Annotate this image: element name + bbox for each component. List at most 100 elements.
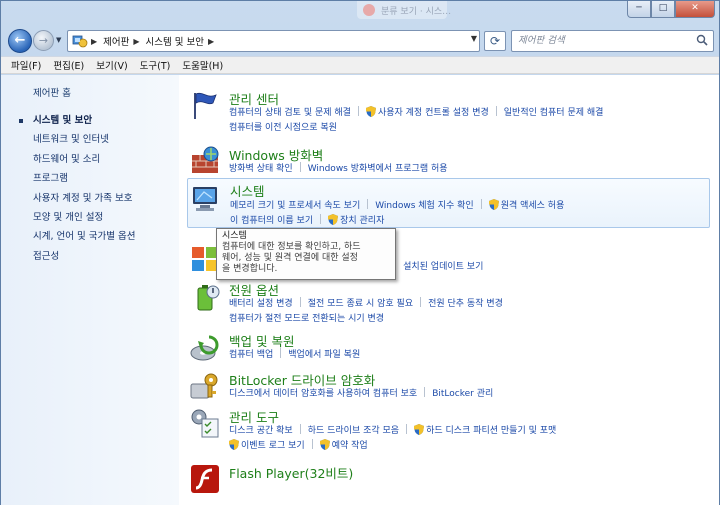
- task-link[interactable]: 컴퓨터가 절전 모드로 전환되는 시기 변경: [229, 311, 384, 324]
- task-link-row: 배터리 설정 변경 절전 모드 종료 시 암호 필요 전원 단추 동작 변경: [229, 296, 503, 309]
- task-link[interactable]: 백업에서 파일 복원: [288, 347, 360, 360]
- title-bar[interactable]: 분류 보기 · 시스… ─ □ ✕: [1, 1, 719, 25]
- link-separator: [320, 214, 322, 224]
- menu-view[interactable]: 보기(V): [96, 58, 127, 72]
- task-link[interactable]: 컴퓨터의 상태 검토 및 문제 해결: [229, 105, 351, 118]
- maximize-button[interactable]: □: [651, 1, 675, 18]
- sidebar-item-label: 프로그램: [33, 173, 68, 185]
- task-link[interactable]: 디스크에서 데이터 암호화를 사용하여 컴퓨터 보호: [229, 386, 417, 399]
- breadcrumb-end-chevron-icon[interactable]: ▶: [208, 37, 214, 46]
- control-panel-home-link[interactable]: 제어판 홈: [33, 85, 71, 99]
- task-link[interactable]: 디스크 공간 확보: [229, 423, 293, 436]
- link-separator: [495, 106, 497, 116]
- breadcrumb-system-security[interactable]: 시스템 및 보안: [146, 34, 204, 48]
- link-separator: [299, 297, 301, 307]
- tooltip-line: 웨어, 성능 및 원격 연결에 대한 설정: [222, 253, 358, 263]
- task-link[interactable]: 이벤트 로그 보기: [229, 438, 305, 451]
- task-link[interactable]: 전원 단추 동작 변경: [428, 296, 503, 309]
- battery-icon[interactable]: [189, 280, 221, 312]
- link-separator: [480, 199, 482, 209]
- menu-file[interactable]: 파일(F): [11, 58, 41, 72]
- menu-help[interactable]: 도움말(H): [182, 58, 223, 72]
- navigation-pane: 제어판 홈 시스템 및 보안네트워크 및 인터넷하드웨어 및 소리프로그램사용자…: [1, 75, 179, 505]
- sidebar-item[interactable]: 프로그램: [1, 169, 179, 188]
- task-link[interactable]: 컴퓨터 백업: [229, 347, 273, 360]
- control-panel-window: 분류 보기 · 시스… ─ □ ✕ ← → ▼ ▶ 제어판 ▶ 시스템 및 보안…: [0, 0, 720, 505]
- back-button[interactable]: ←: [8, 29, 32, 53]
- link-separator: [311, 439, 313, 449]
- search-icon[interactable]: [696, 34, 708, 46]
- tooltip-line: 을 변경합니다.: [222, 264, 278, 274]
- background-tab-icon: [363, 4, 375, 16]
- sidebar-item-label: 모양 및 개인 설정: [33, 211, 104, 223]
- forward-button[interactable]: →: [33, 30, 54, 51]
- menu-tools[interactable]: 도구(T): [140, 58, 171, 72]
- firewall-icon[interactable]: [189, 145, 221, 177]
- sidebar-item[interactable]: 사용자 계정 및 가족 보호: [1, 189, 179, 208]
- admin-tools-icon[interactable]: [189, 407, 221, 439]
- task-link-label: 원격 액세스 허용: [500, 201, 565, 211]
- current-item-bullet: [19, 119, 23, 123]
- sidebar-item[interactable]: 네트워크 및 인터넷: [1, 130, 179, 149]
- breadcrumb-control-panel[interactable]: 제어판: [103, 34, 129, 48]
- task-link-label: 사용자 계정 컨트롤 설정 변경: [377, 108, 489, 118]
- task-link[interactable]: 이 컴퓨터의 이름 보기: [230, 213, 313, 226]
- recent-pages-dropdown-icon[interactable]: ▼: [56, 36, 61, 44]
- task-link[interactable]: 일반적인 컴퓨터 문제 해결: [504, 105, 604, 118]
- task-link-row: 컴퓨터가 절전 모드로 전환되는 시기 변경: [229, 311, 384, 324]
- link-separator: [420, 297, 422, 307]
- breadcrumb-root-chevron-icon[interactable]: ▶: [91, 37, 97, 46]
- task-link[interactable]: BitLocker 관리: [432, 386, 493, 399]
- category-title[interactable]: Flash Player(32비트): [229, 463, 353, 482]
- tooltip-title: 시스템: [222, 231, 247, 241]
- link-separator: [299, 424, 301, 434]
- task-link[interactable]: 원격 액세스 허용: [488, 198, 565, 211]
- task-link[interactable]: 설치된 업데이트 보기: [403, 259, 483, 272]
- task-link-label: 컴퓨터의 상태 검토 및 문제 해결: [229, 108, 351, 118]
- address-dropdown-icon[interactable]: ▼: [471, 34, 477, 43]
- computer-icon[interactable]: [190, 182, 222, 214]
- sidebar-item-label: 네트워크 및 인터넷: [33, 134, 109, 146]
- task-link[interactable]: 사용자 계정 컨트롤 설정 변경: [365, 105, 489, 118]
- task-link-label: 메모리 크기 및 프로세서 속도 보기: [230, 201, 361, 211]
- task-link[interactable]: 컴퓨터를 이전 시점으로 복원: [229, 120, 337, 133]
- task-link-label: 컴퓨터 백업: [229, 350, 274, 360]
- refresh-button[interactable]: ⟳: [484, 31, 506, 51]
- task-link-label: 이벤트 로그 보기: [241, 441, 305, 451]
- backup-icon[interactable]: [189, 331, 221, 363]
- task-link[interactable]: 하드 드라이브 조각 모음: [308, 423, 399, 436]
- sidebar-item: 시스템 및 보안: [1, 111, 179, 130]
- task-link[interactable]: 배터리 설정 변경: [229, 296, 293, 309]
- address-bar[interactable]: ▶ 제어판 ▶ 시스템 및 보안 ▶ ▼: [67, 30, 480, 52]
- task-link[interactable]: 하드 디스크 파티션 만들기 및 포맷: [414, 423, 556, 436]
- task-link[interactable]: 메모리 크기 및 프로세서 속도 보기: [230, 198, 360, 211]
- task-link[interactable]: Windows 체험 지수 확인: [375, 198, 473, 211]
- search-input[interactable]: 제어판 검색: [511, 30, 714, 52]
- sidebar-item[interactable]: 접근성: [1, 247, 179, 266]
- sidebar-item[interactable]: 모양 및 개인 설정: [1, 208, 179, 227]
- menu-edit[interactable]: 편집(E): [53, 58, 84, 72]
- task-link-row: 메모리 크기 및 프로세서 속도 보기 Windows 체험 지수 확인 원격 액세…: [230, 198, 564, 211]
- flash-player-icon[interactable]: [189, 463, 221, 495]
- close-button[interactable]: ✕: [675, 1, 715, 18]
- uac-shield-icon: [328, 214, 339, 225]
- task-link-label: 디스크에서 데이터 암호화를 사용하여 컴퓨터 보호: [229, 389, 418, 399]
- sidebar-item-label: 하드웨어 및 소리: [33, 153, 101, 165]
- task-link[interactable]: 장치 관리자: [328, 213, 384, 226]
- uac-shield-icon: [229, 439, 239, 450]
- sidebar-item[interactable]: 하드웨어 및 소리: [1, 150, 179, 169]
- task-link[interactable]: 예약 작업: [319, 438, 368, 451]
- sidebar-item-label: 사용자 계정 및 가족 보호: [33, 192, 133, 204]
- breadcrumb-chevron-icon[interactable]: ▶: [133, 37, 139, 46]
- sidebar-item[interactable]: 시계, 언어 및 국가별 옵션: [1, 227, 179, 246]
- flag-icon[interactable]: [189, 89, 221, 121]
- task-link[interactable]: 절전 모드 종료 시 암호 필요: [308, 296, 413, 309]
- minimize-button[interactable]: ─: [627, 1, 651, 18]
- task-link[interactable]: Windows 방화벽에서 프로그램 허용: [308, 161, 448, 174]
- task-link-label: 백업에서 파일 복원: [288, 350, 361, 360]
- task-link[interactable]: 방화벽 상태 확인: [229, 161, 293, 174]
- navigation-bar: ← → ▼ ▶ 제어판 ▶ 시스템 및 보안 ▶ ▼ ⟳ 제어판 검색: [1, 27, 719, 55]
- bitlocker-keys-icon[interactable]: [189, 370, 221, 402]
- task-link-row: 컴퓨터 백업 백업에서 파일 복원: [229, 347, 360, 360]
- task-link-label: BitLocker 관리: [432, 389, 494, 399]
